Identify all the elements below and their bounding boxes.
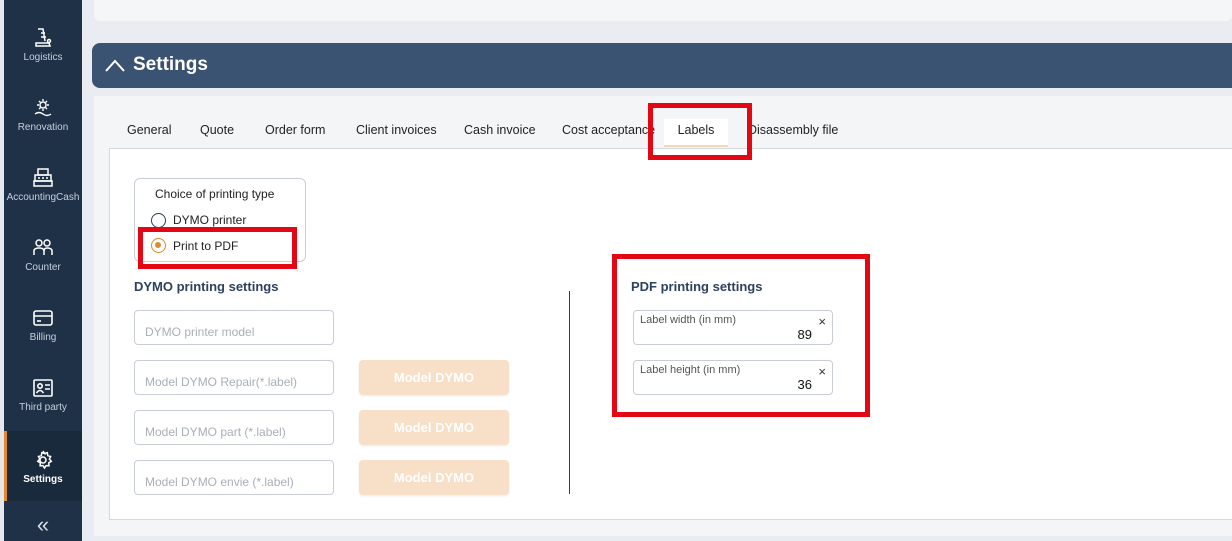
highlight-print-to-pdf bbox=[138, 227, 297, 269]
cash-register-icon bbox=[32, 167, 54, 189]
sidebar-item-third-party[interactable]: Third party bbox=[4, 351, 82, 421]
model-dymo-envie-button[interactable]: Model DYMO bbox=[359, 460, 509, 495]
double-chevron-left-icon: « bbox=[36, 512, 50, 537]
dymo-envie-model-input[interactable]: Model DYMO envie (*.label) bbox=[134, 460, 334, 495]
tab-quote[interactable]: Quote bbox=[200, 119, 234, 147]
billing-card-icon bbox=[32, 307, 54, 329]
collapse-sidebar-button[interactable]: « bbox=[4, 512, 82, 538]
section-divider bbox=[569, 291, 570, 494]
sidebar-item-settings[interactable]: Settings bbox=[4, 431, 82, 501]
sidebar-item-label: AccountingCash bbox=[6, 192, 80, 203]
tab-cash-invoice[interactable]: Cash invoice bbox=[464, 119, 536, 147]
chevron-up-icon[interactable] bbox=[104, 55, 126, 80]
dymo-part-model-input[interactable]: Model DYMO part (*.label) bbox=[134, 410, 334, 445]
counter-users-icon bbox=[32, 237, 54, 259]
sidebar-item-logistics[interactable]: Logistics bbox=[4, 1, 82, 71]
highlight-labels-tab bbox=[648, 103, 752, 160]
dymo-printer-model-input[interactable]: DYMO printer model bbox=[134, 310, 334, 345]
radio-dymo-printer[interactable] bbox=[151, 213, 166, 228]
sidebar-item-accountingcash[interactable]: AccountingCash bbox=[4, 141, 82, 211]
model-dymo-part-button[interactable]: Model DYMO bbox=[359, 410, 509, 445]
model-dymo-repair-button[interactable]: Model DYMO bbox=[359, 360, 509, 395]
logistics-icon bbox=[33, 27, 53, 49]
settings-header[interactable]: Settings bbox=[92, 43, 1232, 88]
page-title: Settings bbox=[133, 54, 208, 75]
id-card-icon bbox=[32, 377, 54, 399]
sidebar-item-label: Renovation bbox=[17, 122, 69, 133]
highlight-pdf-settings bbox=[612, 254, 870, 417]
sidebar-item-label: Billing bbox=[29, 332, 57, 343]
sidebar-item-label: Logistics bbox=[23, 52, 63, 63]
tab-disassembly-file[interactable]: Disassembly file bbox=[748, 119, 838, 147]
top-panel bbox=[94, 0, 1232, 21]
input-placeholder: Model DYMO part (*.label) bbox=[145, 425, 286, 439]
gear-icon bbox=[32, 449, 54, 471]
sidebar-item-billing[interactable]: Billing bbox=[4, 281, 82, 351]
tab-order-form[interactable]: Order form bbox=[265, 119, 325, 147]
sidebar-item-label: Counter bbox=[25, 262, 61, 273]
sidebar: Logistics Renovation AccountingCash Coun… bbox=[0, 0, 82, 541]
sidebar-item-counter[interactable]: Counter bbox=[4, 211, 82, 281]
sidebar-item-renovation[interactable]: Renovation bbox=[4, 71, 82, 141]
tab-client-invoices[interactable]: Client invoices bbox=[356, 119, 437, 147]
tab-general[interactable]: General bbox=[127, 119, 171, 147]
sidebar-item-label: Third party bbox=[19, 402, 67, 413]
renovation-icon bbox=[32, 97, 54, 119]
radio-dymo-printer-label[interactable]: DYMO printer bbox=[173, 213, 246, 227]
tab-cost-acceptance[interactable]: Cost acceptance bbox=[562, 119, 655, 147]
input-placeholder: DYMO printer model bbox=[145, 325, 255, 339]
sidebar-item-label: Settings bbox=[23, 474, 63, 485]
input-placeholder: Model DYMO envie (*.label) bbox=[145, 475, 294, 489]
input-placeholder: Model DYMO Repair(*.label) bbox=[145, 375, 298, 389]
dymo-settings-title: DYMO printing settings bbox=[134, 279, 279, 294]
dymo-repair-model-input[interactable]: Model DYMO Repair(*.label) bbox=[134, 360, 334, 395]
printing-type-title: Choice of printing type bbox=[155, 187, 275, 201]
